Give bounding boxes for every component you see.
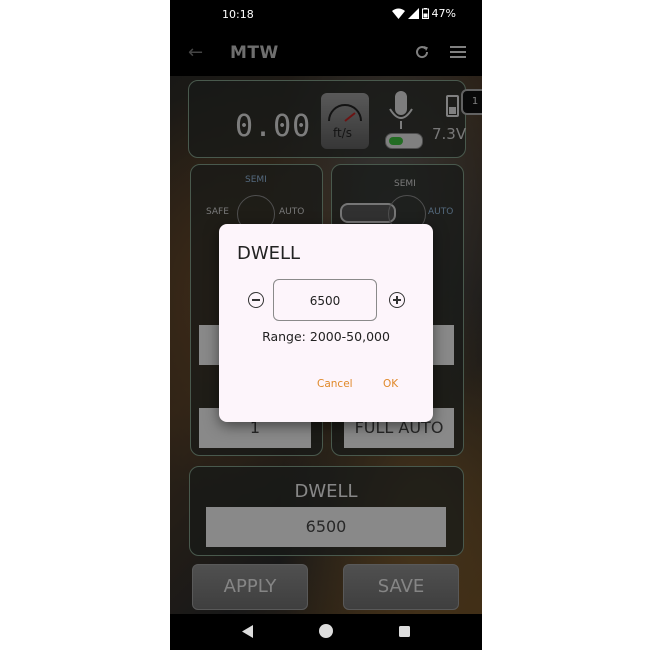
battery-status-icon: [421, 8, 429, 19]
decrement-icon[interactable]: [248, 292, 264, 308]
nav-recents-icon[interactable]: [399, 626, 410, 637]
battery-percent: 47%: [431, 7, 456, 20]
nav-home-icon[interactable]: [319, 624, 333, 638]
nav-back-icon[interactable]: [242, 625, 254, 638]
range-hint: Range: 2000-50,000: [262, 329, 390, 344]
dialog-title: DWELL: [237, 243, 301, 264]
status-icons: 47%: [391, 7, 456, 20]
system-nav-bar: [170, 614, 482, 650]
ok-button[interactable]: OK: [383, 378, 398, 390]
cancel-button[interactable]: Cancel: [317, 378, 353, 390]
increment-icon[interactable]: [389, 292, 405, 308]
dwell-input[interactable]: 6500: [273, 279, 377, 321]
phone-screen: 10:18 47% ← MTW 0.00 ft/s 1 7.3V SEMI SA…: [170, 0, 482, 650]
status-time: 10:18: [222, 8, 254, 21]
dwell-dialog: DWELL 6500 Range: 2000-50,000 Cancel OK: [219, 224, 433, 422]
status-bar: 10:18 47%: [170, 0, 482, 30]
wifi-icon: [391, 8, 405, 19]
signal-icon: [407, 8, 419, 19]
